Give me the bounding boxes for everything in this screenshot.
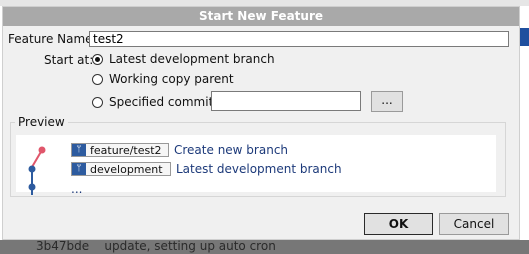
feature-name-input[interactable] (89, 31, 509, 47)
ok-button[interactable]: OK (364, 213, 433, 235)
branch-icon: ᛘ (72, 144, 86, 156)
feature-name-label: Feature Name: (8, 32, 97, 46)
preview-desc-new-branch: Create new branch (174, 143, 289, 157)
start-at-label: Start at: (44, 53, 94, 67)
preview-ellipsis: ... (71, 182, 83, 196)
browse-commit-button[interactable]: ... (371, 91, 403, 112)
new-commit-node (38, 146, 46, 154)
radio-specified-commit[interactable]: Specified commit: (92, 95, 217, 109)
branch-tag-development: ᛘ development (71, 162, 171, 176)
radio-button[interactable] (92, 96, 103, 108)
preview-desc-development: Latest development branch (176, 162, 342, 176)
branch-tag-feature: ᛘ feature/test2 (71, 143, 169, 157)
cancel-button[interactable]: Cancel (439, 213, 509, 235)
older-commit-node (28, 183, 36, 191)
radio-button[interactable] (92, 53, 103, 65)
radio-working-copy-parent-label: Working copy parent (109, 72, 234, 86)
specified-commit-input[interactable] (211, 91, 361, 111)
radio-working-copy-parent[interactable]: Working copy parent (92, 72, 234, 86)
radio-latest-development[interactable]: Latest development branch (92, 52, 275, 66)
branch-tag-development-label: development (90, 162, 163, 176)
development-commit-node (28, 165, 36, 173)
background-window-edge (519, 28, 529, 46)
radio-button[interactable] (92, 73, 103, 85)
radio-latest-development-label: Latest development branch (109, 52, 275, 66)
dialog-title: Start New Feature (3, 7, 519, 26)
branch-icon: ᛘ (72, 163, 86, 175)
commit-graph (28, 146, 46, 195)
preview-label: Preview (18, 115, 65, 129)
branch-tag-feature-label: feature/test2 (90, 143, 162, 157)
radio-specified-commit-label: Specified commit: (109, 95, 218, 109)
background-commit-text: 3b47bde update, setting up auto cron (36, 239, 276, 253)
